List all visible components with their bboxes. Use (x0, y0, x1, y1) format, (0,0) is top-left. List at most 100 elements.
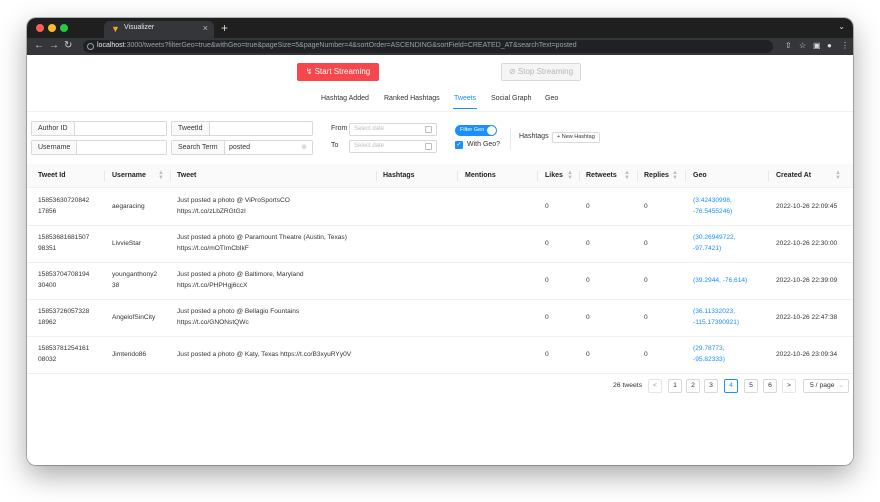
col-replies[interactable]: Replies (644, 172, 669, 179)
with-geo-checkbox[interactable]: ✓ (455, 141, 463, 149)
page-size-select[interactable]: 5 / page ⌄ (803, 379, 849, 393)
replies-cell: 0 (644, 203, 648, 210)
table-row: 15853681681507 98351 LivvieStar Just post… (27, 226, 853, 263)
search-term-field[interactable]: Search Term posted ⊗ (171, 140, 313, 155)
geo-link[interactable]: (30.26949722, -97.7421) (693, 232, 736, 254)
tab-tweets[interactable]: Tweets (454, 95, 476, 102)
stop-streaming-label: Stop Streaming (517, 67, 574, 76)
col-username[interactable]: Username (112, 172, 146, 179)
back-icon[interactable]: ← (34, 40, 44, 52)
sort-icon[interactable]: ▲ ▼ (567, 170, 573, 181)
geo-link[interactable]: (36.11332023, -115.17390921) (693, 306, 739, 328)
created-at-cell: 2022-10-26 22:47:38 (776, 314, 838, 321)
col-tweet-id[interactable]: Tweet Id (38, 172, 65, 179)
minimize-window-button[interactable] (48, 24, 56, 32)
col-likes[interactable]: Likes (545, 172, 563, 179)
tab-ranked-hashtags[interactable]: Ranked Hashtags (384, 95, 440, 102)
sort-icon[interactable]: ▲ ▼ (672, 170, 678, 181)
geo-link[interactable]: (39.2944, -76.614) (693, 275, 747, 286)
col-separator (104, 171, 105, 181)
replies-cell: 0 (644, 277, 648, 284)
profile-icon[interactable]: ● (827, 41, 832, 50)
username-cell: aegaracing (112, 203, 145, 210)
col-geo: Geo (693, 172, 707, 179)
page-3-button[interactable]: 3 (704, 379, 718, 393)
page-1-button[interactable]: 1 (668, 379, 682, 393)
username-field[interactable]: Username (31, 140, 167, 155)
author-id-field[interactable]: Author ID (31, 121, 167, 136)
col-retweets[interactable]: Retweets (586, 172, 617, 179)
page-6-button[interactable]: 6 (763, 379, 777, 393)
created-at-cell: 2022-10-26 22:30:00 (776, 240, 838, 247)
table-row: 15853781254161 08032 Jimtendo86 Just post… (27, 337, 853, 374)
tab-social-graph[interactable]: Social Graph (491, 95, 531, 102)
username-cell: Jimtendo86 (112, 351, 147, 358)
maximize-window-button[interactable] (60, 24, 68, 32)
new-tab-icon[interactable]: + (221, 21, 228, 35)
favicon-icon: ▼ (111, 24, 120, 34)
sort-icon[interactable]: ▲ ▼ (835, 170, 841, 181)
likes-cell: 0 (545, 314, 549, 321)
from-date-placeholder: Select date (354, 126, 385, 132)
to-label: To (331, 142, 339, 149)
filter-geo-toggle[interactable]: Filter Geo (455, 125, 497, 136)
username-label: Username (32, 141, 78, 154)
toggle-knob (487, 126, 496, 135)
col-mentions: Mentions (465, 172, 496, 179)
tab-hashtag-added[interactable]: Hashtag Added (321, 95, 369, 102)
sort-icon[interactable]: ▲ ▼ (158, 170, 164, 181)
with-geo-label: With Geo? (467, 141, 501, 148)
table-row: 15853704708194 30400 younganthony2 38 Just… (27, 263, 853, 300)
page-4-button[interactable]: 4 (724, 379, 738, 393)
close-window-button[interactable] (36, 24, 44, 32)
tweet-cell: Just posted a photo @ Katy, Texas https:… (177, 351, 352, 358)
clear-search-icon[interactable]: ⊗ (301, 141, 307, 154)
site-info-icon[interactable] (87, 43, 94, 50)
new-hashtag-button[interactable]: + New Hashtag (552, 132, 600, 143)
next-page-button[interactable]: > (782, 379, 796, 393)
tweet-id-label: TweetId (172, 122, 210, 135)
address-bar[interactable]: localhost:3000/tweets?filterGeo=true&wit… (83, 40, 773, 53)
col-hashtags: Hashtags (383, 172, 415, 179)
col-created-at[interactable]: Created At (776, 172, 811, 179)
browser-toolbar: ← → ↻ localhost:3000/tweets?filterGeo=tr… (27, 38, 853, 55)
tweet-id-cell: 15853681681507 98351 (38, 234, 90, 252)
tweet-cell: Just posted a photo @ Paramount Theatre … (177, 234, 347, 252)
forward-icon[interactable]: → (49, 40, 59, 52)
to-date-picker[interactable]: Select date (349, 140, 437, 153)
retweets-cell: 0 (586, 203, 590, 210)
stop-streaming-button[interactable]: ⊘ Stop Streaming (501, 63, 581, 81)
sidebar-icon[interactable]: ▣ (813, 41, 821, 50)
tab-geo[interactable]: Geo (545, 95, 558, 102)
browser-tab[interactable]: ▼ Visualizer × (104, 21, 214, 38)
tab-close-icon[interactable]: × (203, 23, 208, 33)
from-label: From (331, 125, 348, 132)
prev-page-button[interactable]: < (648, 379, 662, 393)
calendar-icon (425, 143, 432, 150)
total-count: 26 tweets (613, 382, 643, 389)
tweet-cell: Just posted a photo @ Baltimore, Marylan… (177, 271, 304, 289)
reload-icon[interactable]: ↻ (64, 40, 72, 52)
tweet-cell: Just posted a photo @ Bellagio Fountains… (177, 308, 300, 326)
tab-search-icon[interactable]: ⌄ (838, 22, 845, 31)
created-at-cell: 2022-10-26 22:09:45 (776, 203, 838, 210)
bookmark-star-icon[interactable]: ☆ (799, 41, 806, 50)
tweet-id-field[interactable]: TweetId (171, 121, 313, 136)
geo-link[interactable]: (29.78773, -95.82333) (693, 343, 725, 365)
from-date-picker[interactable]: Select date (349, 123, 437, 136)
geo-link[interactable]: (3.42430998, -76.5455246) (693, 195, 732, 217)
url-text: localhost:3000/tweets?filterGeo=true&wit… (97, 42, 577, 49)
author-id-label: Author ID (32, 122, 75, 135)
page-content: ↯ Start Streaming ⊘ Stop Streaming Hasht… (27, 55, 853, 465)
share-icon[interactable]: ⇧ (785, 41, 792, 50)
search-term-input[interactable]: posted (229, 141, 250, 154)
page-5-button[interactable]: 5 (744, 379, 758, 393)
table-row: 15853726057328 18962 AngelofSinCity Just … (27, 300, 853, 337)
menu-icon[interactable]: ⋮ (841, 41, 849, 50)
retweets-cell: 0 (586, 277, 590, 284)
likes-cell: 0 (545, 351, 549, 358)
sort-icon[interactable]: ▲ ▼ (624, 170, 630, 181)
replies-cell: 0 (644, 240, 648, 247)
page-2-button[interactable]: 2 (686, 379, 700, 393)
start-streaming-button[interactable]: ↯ Start Streaming (297, 63, 379, 81)
